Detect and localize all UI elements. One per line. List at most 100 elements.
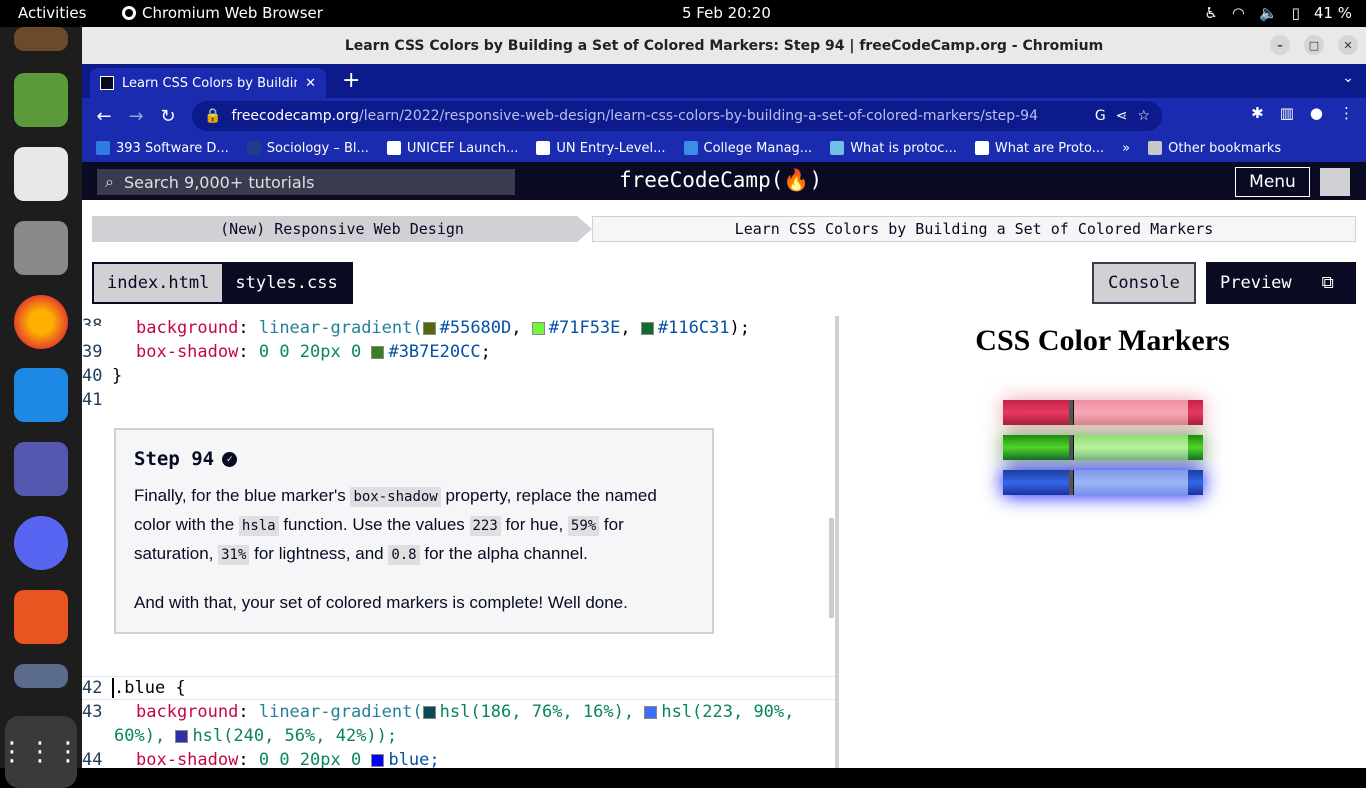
bookmark-star-icon[interactable]: ☆: [1137, 108, 1150, 124]
line-number: 42: [82, 678, 103, 698]
color-swatch[interactable]: [422, 705, 436, 719]
tab-strip: Learn CSS Colors by Buildin ✕ + ⌄: [82, 64, 1366, 98]
code-line: 41: [82, 388, 112, 412]
search-input[interactable]: ⌕ Search 9,000+ tutorials: [97, 169, 515, 195]
other-bookmarks[interactable]: Other bookmarks: [1148, 141, 1281, 156]
partial-app-icon-2[interactable]: [14, 664, 68, 688]
teams-icon[interactable]: [14, 442, 68, 496]
code-line: 38 background: linear-gradient(#55680D, …: [82, 316, 751, 338]
bookmark-4[interactable]: UN Entry-Level...: [536, 141, 666, 156]
step-instructions: Step 94 ✓ Finally, for the blue marker's …: [114, 428, 714, 634]
step-title: Step 94: [134, 448, 215, 470]
lock-icon: 🔒: [204, 108, 222, 124]
line-number: 40: [82, 366, 103, 386]
line-number: 38: [82, 316, 103, 326]
os-top-bar: Activities Chromium Web Browser 5 Feb 20…: [0, 0, 1366, 27]
console-button[interactable]: Console: [1092, 262, 1196, 304]
partial-app-icon[interactable]: [14, 27, 68, 51]
bookmarks-bar: 393 Software D... Sociology – Bl... UNIC…: [82, 134, 1366, 162]
menu-dots-icon[interactable]: ⋮: [1339, 104, 1354, 122]
url-host: freecodecamp.org: [231, 108, 360, 124]
show-apps-icon[interactable]: ⋮⋮⋮: [0, 716, 81, 788]
preview-button[interactable]: Preview ⧉: [1206, 262, 1356, 304]
menu-button[interactable]: Menu: [1235, 167, 1310, 197]
tab-search-icon[interactable]: ⌄: [1342, 70, 1354, 86]
code-line: 60%), hsl(240, 56%, 42%));: [114, 726, 398, 746]
side-panel-icon[interactable]: ▥: [1280, 104, 1294, 122]
bookmark-6[interactable]: What is protoc...: [830, 141, 957, 156]
url-field[interactable]: 🔒 freecodecamp.org/learn/2022/responsive…: [192, 101, 1162, 131]
bookmark-2[interactable]: Sociology – Bl...: [246, 141, 369, 156]
new-tab-icon[interactable]: +: [342, 68, 360, 93]
files-icon[interactable]: [14, 221, 68, 275]
color-swatch[interactable]: [640, 321, 654, 335]
software-center-icon[interactable]: [14, 590, 68, 644]
vscode-icon[interactable]: [14, 368, 68, 422]
battery-level: 41 %: [1313, 4, 1352, 22]
folder-icon: [1148, 141, 1163, 155]
line-number: 41: [82, 390, 103, 410]
url-path: /learn/2022/responsive-web-design/learn-…: [359, 108, 1038, 124]
minimize-icon[interactable]: –: [1270, 35, 1290, 55]
bookmark-5[interactable]: College Manag...: [683, 141, 812, 156]
forward-icon[interactable]: →: [120, 106, 152, 127]
breadcrumb-course[interactable]: (New) Responsive Web Design: [92, 216, 592, 242]
app-name: Chromium Web Browser: [142, 4, 323, 22]
preview-heading: CSS Color Markers: [975, 324, 1230, 357]
battery-icon: ▯: [1291, 4, 1300, 22]
avatar[interactable]: [1320, 168, 1350, 196]
tab-index-html[interactable]: index.html: [94, 264, 223, 302]
preview-pane: CSS Color Markers: [839, 316, 1366, 768]
line-number: 43: [82, 702, 103, 722]
accessibility-icon: ♿: [1204, 4, 1218, 22]
share-icon[interactable]: ⋖: [1116, 108, 1128, 124]
color-swatch[interactable]: [371, 753, 385, 767]
discord-icon[interactable]: [14, 516, 68, 570]
fcc-favicon-icon: [100, 76, 114, 90]
app-menu[interactable]: Chromium Web Browser: [122, 4, 323, 22]
text-editor-icon[interactable]: [14, 73, 68, 127]
bookmark-3[interactable]: UNICEF Launch...: [386, 141, 518, 156]
firefox-icon[interactable]: [14, 295, 68, 349]
color-swatch[interactable]: [422, 321, 436, 335]
document-viewer-icon[interactable]: [14, 147, 68, 201]
breadcrumb: (New) Responsive Web Design Learn CSS Co…: [92, 216, 1356, 242]
line-number: 44: [82, 750, 103, 768]
popout-icon[interactable]: ⧉: [1322, 273, 1334, 293]
browser-tab[interactable]: Learn CSS Colors by Buildin ✕: [90, 68, 326, 98]
bookmark-7[interactable]: What are Proto...: [974, 141, 1104, 156]
maximize-icon[interactable]: □: [1304, 35, 1324, 55]
wifi-icon: ◠: [1231, 4, 1245, 22]
extensions-icon[interactable]: ✱: [1251, 104, 1264, 122]
code-editor[interactable]: 38 background: linear-gradient(#55680D, …: [82, 316, 835, 768]
more-bookmarks-icon[interactable]: »: [1122, 141, 1130, 156]
editor-scrollbar[interactable]: [829, 518, 834, 618]
breadcrumb-project[interactable]: Learn CSS Colors by Building a Set of Co…: [592, 216, 1356, 242]
green-marker: [1003, 435, 1203, 460]
clock[interactable]: 5 Feb 20:20: [682, 4, 771, 22]
color-swatch[interactable]: [175, 729, 189, 743]
code-line: 40 }: [82, 366, 123, 386]
search-placeholder: Search 9,000+ tutorials: [123, 172, 315, 192]
tab-close-icon[interactable]: ✕: [305, 76, 316, 91]
google-icon[interactable]: G: [1095, 108, 1106, 124]
system-tray[interactable]: ♿ ◠ 🔈 ▯ 41 %: [1204, 4, 1352, 22]
bookmark-1[interactable]: 393 Software D...: [96, 141, 229, 156]
activities-button[interactable]: Activities: [18, 4, 86, 22]
back-icon[interactable]: ←: [88, 106, 120, 127]
color-swatch[interactable]: [644, 705, 658, 719]
address-bar-row: ← → ↻ 🔒 freecodecamp.org/learn/2022/resp…: [82, 98, 1366, 134]
step-description: Finally, for the blue marker's box-shado…: [134, 486, 657, 565]
profile-icon[interactable]: ●: [1310, 104, 1323, 122]
preview-label: Preview: [1220, 273, 1292, 293]
color-swatch[interactable]: [371, 345, 385, 359]
fcc-logo[interactable]: freeCodeCamp(🔥): [619, 168, 822, 193]
close-icon[interactable]: ✕: [1338, 35, 1358, 55]
chromium-icon: [122, 6, 136, 20]
reload-icon[interactable]: ↻: [152, 106, 184, 127]
line-number: 39: [82, 342, 103, 362]
tab-styles-css[interactable]: styles.css: [222, 264, 351, 302]
browser-window: Learn CSS Colors by Building a Set of Co…: [82, 27, 1366, 768]
red-marker: [1003, 400, 1203, 425]
color-swatch[interactable]: [531, 321, 545, 335]
